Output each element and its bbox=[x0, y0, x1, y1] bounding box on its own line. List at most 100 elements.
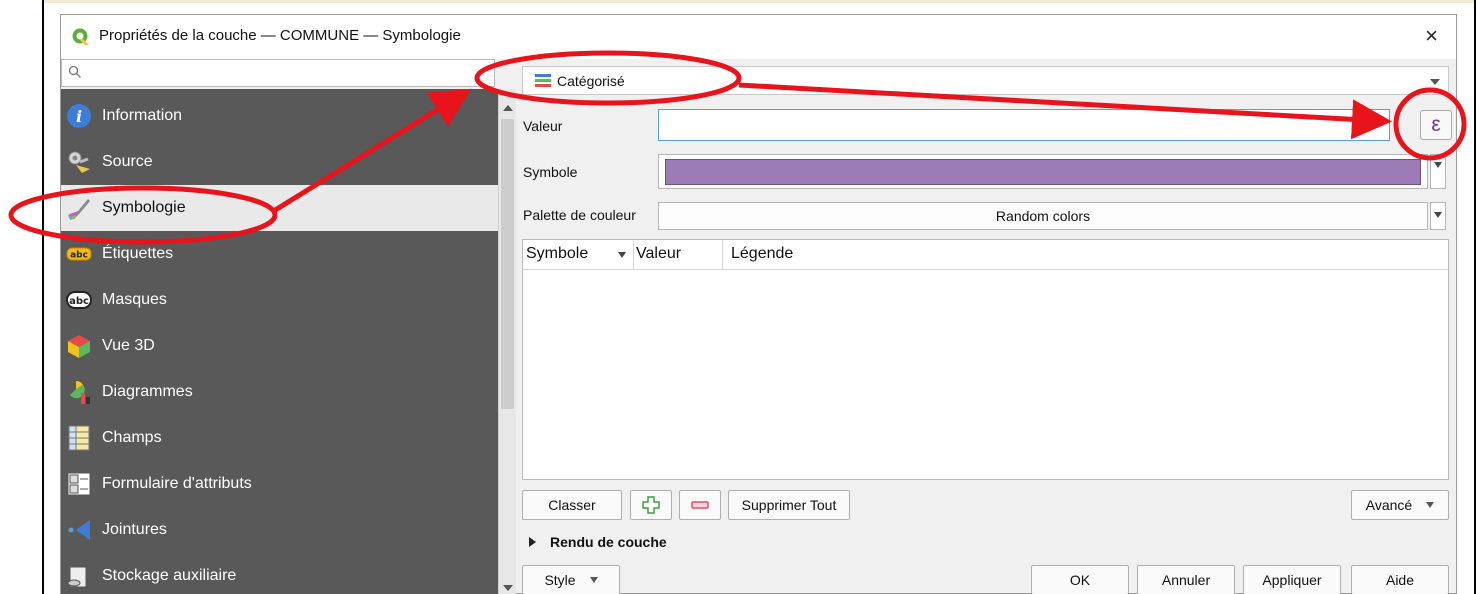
svg-text:abc: abc bbox=[70, 251, 88, 261]
sidebar-item-formulaire[interactable]: Formulaire d'attributs bbox=[61, 461, 498, 507]
sidebar-item-label: Symbologie bbox=[102, 199, 186, 216]
classer-label: Classer bbox=[548, 497, 596, 513]
sidebar-item-label: Vue 3D bbox=[102, 337, 155, 354]
sort-arrow-icon bbox=[618, 252, 626, 258]
plus-icon bbox=[642, 496, 660, 514]
sidebar: i Information Source Symbologie abc Étiq… bbox=[61, 89, 498, 594]
search-icon bbox=[68, 65, 81, 78]
chevron-down-icon bbox=[1426, 502, 1435, 508]
masks-icon: abc bbox=[66, 287, 92, 313]
source-icon bbox=[66, 149, 92, 175]
sidebar-item-label: Source bbox=[102, 153, 153, 170]
aide-button[interactable]: Aide bbox=[1351, 565, 1449, 594]
valeur-field[interactable] bbox=[658, 109, 1390, 141]
sidebar-item-label: Information bbox=[102, 107, 183, 124]
sidebar-item-label: Jointures bbox=[102, 521, 167, 538]
sidebar-item-masques[interactable]: abc Masques bbox=[61, 277, 498, 323]
search-box[interactable] bbox=[61, 59, 495, 87]
ok-button[interactable]: OK bbox=[1031, 565, 1129, 594]
symbol-button[interactable] bbox=[658, 154, 1428, 189]
remove-category-button[interactable] bbox=[679, 490, 721, 520]
symbole-label: Symbole bbox=[523, 164, 578, 180]
minus-icon bbox=[691, 501, 709, 509]
paintbrush-icon bbox=[66, 195, 92, 221]
supprimer-tout-button[interactable]: Supprimer Tout bbox=[728, 490, 850, 520]
sidebar-item-source[interactable]: Source bbox=[61, 139, 498, 185]
renderer-type-dropdown[interactable]: Catégorisé bbox=[522, 66, 1449, 95]
fields-icon bbox=[66, 425, 92, 451]
information-icon: i bbox=[66, 103, 92, 129]
column-divider bbox=[633, 240, 634, 270]
sidebar-item-symbologie[interactable]: Symbologie bbox=[61, 185, 498, 231]
chevron-down-icon bbox=[589, 577, 598, 583]
qgis-logo-icon bbox=[72, 28, 89, 45]
chevron-down-icon bbox=[1434, 162, 1442, 168]
symbol-menu-button[interactable] bbox=[1430, 154, 1446, 189]
sidebar-item-label: Champs bbox=[102, 429, 162, 446]
categorized-icon bbox=[535, 73, 551, 87]
sidebar-item-stockage[interactable]: Stockage auxiliaire bbox=[61, 553, 498, 594]
renderer-type-label: Catégorisé bbox=[557, 72, 625, 89]
palette-label: Palette de couleur bbox=[523, 207, 636, 223]
valeur-label: Valeur bbox=[523, 118, 563, 134]
sidebar-item-etiquettes[interactable]: abc Étiquettes bbox=[61, 231, 498, 277]
close-button[interactable]: × bbox=[1425, 23, 1438, 49]
diagram-icon bbox=[66, 379, 92, 405]
scroll-thumb[interactable] bbox=[501, 119, 514, 409]
rendu-de-couche-label: Rendu de couche bbox=[550, 534, 667, 550]
search-input[interactable] bbox=[86, 63, 486, 83]
svg-text:abc: abc bbox=[69, 296, 89, 307]
aide-label: Aide bbox=[1385, 572, 1415, 588]
rendu-de-couche-toggle[interactable]: Rendu de couche bbox=[529, 534, 667, 550]
style-label: Style bbox=[544, 572, 576, 588]
chevron-down-icon bbox=[1434, 212, 1442, 218]
panel-scrollbar[interactable] bbox=[498, 89, 516, 594]
title-bar: Propriétés de la couche — COMMUNE — Symb… bbox=[61, 15, 1456, 59]
avance-dropdown-button[interactable]: Avancé bbox=[1351, 490, 1449, 520]
column-header-legende[interactable]: Légende bbox=[731, 245, 793, 263]
categories-table[interactable]: Symbole Valeur Légende bbox=[522, 239, 1449, 480]
add-category-button[interactable] bbox=[630, 490, 672, 520]
sidebar-item-label: Diagrammes bbox=[102, 383, 193, 400]
form-icon bbox=[66, 471, 92, 497]
sidebar-item-diagrammes[interactable]: Diagrammes bbox=[61, 369, 498, 415]
sidebar-item-label: Formulaire d'attributs bbox=[102, 475, 252, 492]
cube-3d-icon bbox=[66, 333, 92, 359]
color-ramp-label: Random colors bbox=[995, 208, 1091, 224]
scroll-up-arrow-icon[interactable] bbox=[503, 105, 513, 111]
svg-text:i: i bbox=[76, 107, 82, 126]
sidebar-item-vue-3d[interactable]: Vue 3D bbox=[61, 323, 498, 369]
sidebar-item-label: Stockage auxiliaire bbox=[102, 567, 237, 584]
scroll-down-arrow-icon[interactable] bbox=[503, 585, 513, 591]
background-strip bbox=[44, 0, 1474, 3]
window-title: Propriétés de la couche — COMMUNE — Symb… bbox=[99, 27, 461, 44]
annuler-button[interactable]: Annuler bbox=[1137, 565, 1235, 594]
column-header-valeur[interactable]: Valeur bbox=[636, 245, 681, 263]
symbol-color-swatch bbox=[665, 159, 1421, 185]
color-ramp-menu-button[interactable] bbox=[1430, 202, 1446, 230]
table-header: Symbole Valeur Légende bbox=[523, 240, 1448, 270]
sidebar-item-label: Masques bbox=[102, 291, 167, 308]
expand-arrow-icon bbox=[529, 537, 536, 547]
column-divider bbox=[722, 240, 723, 270]
style-dropdown-button[interactable]: Style bbox=[522, 565, 620, 594]
supprimer-tout-label: Supprimer Tout bbox=[741, 497, 837, 513]
screenshot: Propriétés de la couche — COMMUNE — Symb… bbox=[0, 0, 1477, 594]
sidebar-item-champs[interactable]: Champs bbox=[61, 415, 498, 461]
column-header-symbole[interactable]: Symbole bbox=[526, 245, 588, 263]
chevron-down-icon bbox=[1430, 79, 1440, 85]
sidebar-item-jointures[interactable]: Jointures bbox=[61, 507, 498, 553]
labels-icon: abc bbox=[66, 241, 92, 267]
classer-button[interactable]: Classer bbox=[522, 490, 622, 520]
layer-properties-dialog: Propriétés de la couche — COMMUNE — Symb… bbox=[60, 14, 1457, 594]
sidebar-item-label: Étiquettes bbox=[102, 245, 174, 262]
joins-icon bbox=[66, 517, 92, 543]
appliquer-button[interactable]: Appliquer bbox=[1243, 565, 1341, 594]
ok-label: OK bbox=[1069, 572, 1091, 588]
expression-button[interactable]: ε bbox=[1420, 110, 1452, 140]
sidebar-item-information[interactable]: i Information bbox=[61, 93, 498, 139]
color-ramp-button[interactable]: Random colors bbox=[658, 202, 1428, 230]
appliquer-label: Appliquer bbox=[1262, 572, 1322, 588]
storage-icon bbox=[66, 563, 92, 589]
epsilon-icon: ε bbox=[1431, 113, 1441, 136]
